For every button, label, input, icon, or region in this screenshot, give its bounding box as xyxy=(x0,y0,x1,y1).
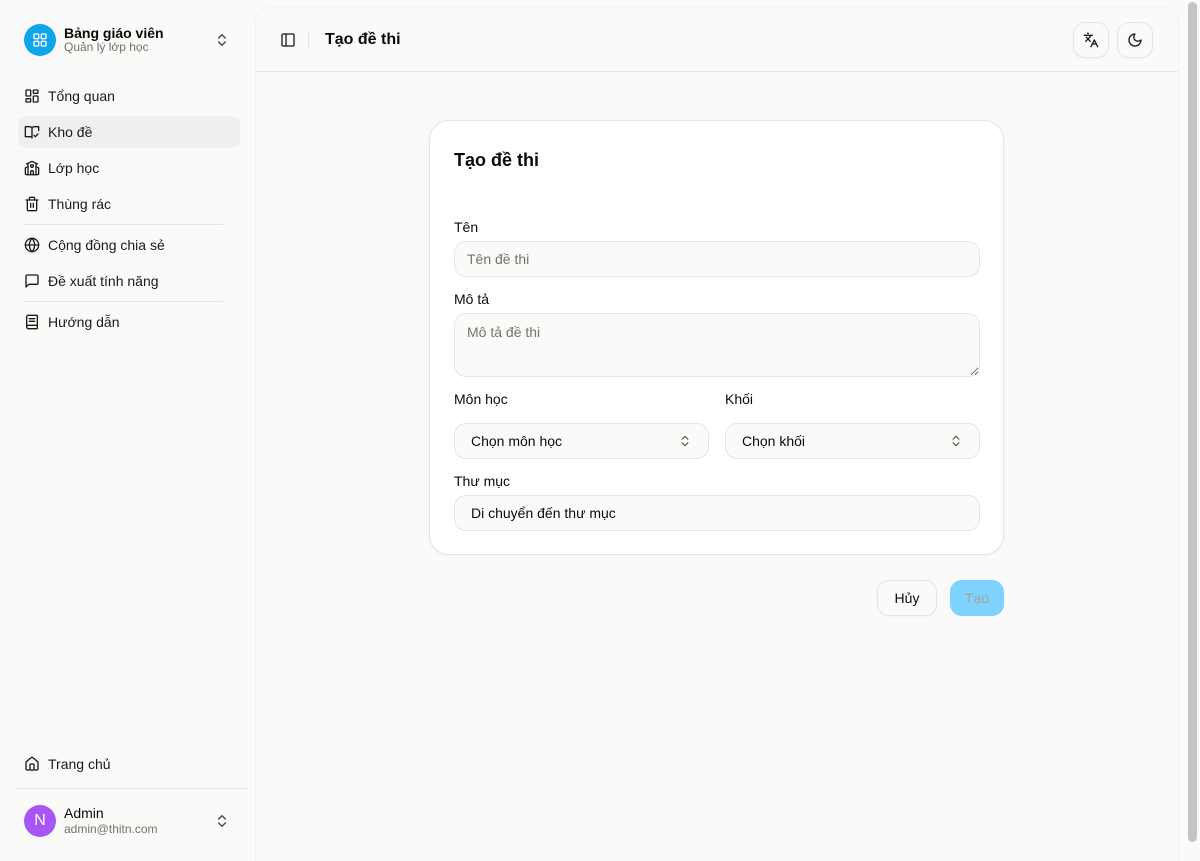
grade-select[interactable]: Chọn khối xyxy=(725,423,980,459)
avatar: N xyxy=(24,805,56,837)
sidebar-item-trash[interactable]: Thùng rác xyxy=(8,188,240,220)
description-label: Mô tả xyxy=(454,291,490,307)
sidebar-item-label: Hướng dẫn xyxy=(48,314,120,330)
header-divider xyxy=(308,31,309,48)
user-email: admin@thitn.com xyxy=(64,822,158,837)
sidebar-item-label: Thùng rác xyxy=(48,196,112,212)
user-menu[interactable]: N Admin admin@thitn.com xyxy=(8,793,240,849)
layout-grid-icon xyxy=(24,24,56,56)
nav-divider xyxy=(24,301,223,302)
team-name: Bảng giáo viên xyxy=(64,25,164,42)
folder-picker[interactable]: Di chuyển đến thư mục xyxy=(454,495,980,531)
languages-icon xyxy=(1083,32,1099,48)
team-switcher[interactable]: Bảng giáo viên Quản lý lớp học xyxy=(8,12,240,68)
sidebar-item-exam-bank[interactable]: Kho đề xyxy=(18,116,240,148)
team-info: Bảng giáo viên Quản lý lớp học xyxy=(64,25,214,55)
grade-label: Khối xyxy=(725,391,754,407)
house-icon xyxy=(24,756,40,772)
panel-left-icon[interactable] xyxy=(280,32,296,48)
user-info: Admin admin@thitn.com xyxy=(64,805,214,836)
subject-select-value: Chọn môn học xyxy=(471,433,563,449)
chevrons-up-down-icon xyxy=(214,32,230,48)
page-title: Tạo đề thi xyxy=(325,30,401,48)
sidebar-item-label: Đề xuất tính năng xyxy=(48,273,159,289)
subject-select[interactable]: Chọn môn học xyxy=(454,423,709,459)
sidebar-item-label: Kho đề xyxy=(48,124,93,140)
page-header: Tạo đề thi xyxy=(256,8,1178,72)
user-divider xyxy=(16,788,248,789)
nav-divider xyxy=(24,224,223,225)
chevrons-up-down-icon xyxy=(678,434,692,448)
sidebar: Bảng giáo viên Quản lý lớp học Tổng quan… xyxy=(0,0,248,861)
grade-select-value: Chọn khối xyxy=(742,433,806,449)
team-subtitle: Quản lý lớp học xyxy=(64,40,149,55)
cancel-button[interactable]: Hủy xyxy=(877,580,937,616)
chevrons-up-down-icon xyxy=(214,813,230,829)
footer-nav: Trang chủ xyxy=(0,748,248,784)
name-label: Tên xyxy=(454,219,479,235)
chevrons-up-down-icon xyxy=(949,434,963,448)
sidebar-item-feature-request[interactable]: Đề xuất tính năng xyxy=(8,265,240,297)
scrollbar-thumb[interactable] xyxy=(1188,2,1197,842)
name-input[interactable] xyxy=(454,241,980,277)
main-content: Tạo đề thi Tạo đề thi Tên Mô tả Môn học … xyxy=(256,8,1178,861)
sidebar-item-guide[interactable]: Hướng dẫn xyxy=(8,306,240,338)
trash-icon xyxy=(24,196,40,212)
sidebar-item-home[interactable]: Trang chủ xyxy=(8,748,240,780)
main-nav: Tổng quan Kho đề Lớp học Thùng rác Cộng … xyxy=(0,80,248,342)
create-exam-card: Tạo đề thi Tên Mô tả Môn học Chọn môn họ… xyxy=(429,120,1004,555)
sidebar-item-label: Lớp học xyxy=(48,160,100,176)
layout-dashboard-icon xyxy=(24,88,40,104)
folder-label: Thư mục xyxy=(454,473,511,489)
theme-toggle-button[interactable] xyxy=(1117,21,1153,58)
sidebar-item-classes[interactable]: Lớp học xyxy=(8,152,240,184)
sidebar-item-label: Cộng đồng chia sẻ xyxy=(48,237,165,253)
language-button[interactable] xyxy=(1073,21,1109,58)
globe-icon xyxy=(24,237,40,253)
sidebar-item-overview[interactable]: Tổng quan xyxy=(8,80,240,112)
sidebar-item-community[interactable]: Cộng đồng chia sẻ xyxy=(8,229,240,261)
sidebar-item-label: Tổng quan xyxy=(48,88,115,104)
card-title: Tạo đề thi xyxy=(454,150,539,170)
book-icon xyxy=(24,314,40,330)
scrollbar[interactable] xyxy=(1186,0,1200,861)
user-name: Admin xyxy=(64,805,104,822)
school-icon xyxy=(24,160,40,176)
folder-picker-value: Di chuyển đến thư mục xyxy=(471,505,616,521)
subject-label: Môn học xyxy=(454,391,508,407)
message-square-icon xyxy=(24,273,40,289)
create-button[interactable]: Tạo xyxy=(950,580,1004,616)
description-textarea[interactable] xyxy=(454,313,980,377)
sidebar-item-label: Trang chủ xyxy=(48,756,111,772)
moon-icon xyxy=(1127,32,1143,48)
book-check-icon xyxy=(24,124,40,140)
